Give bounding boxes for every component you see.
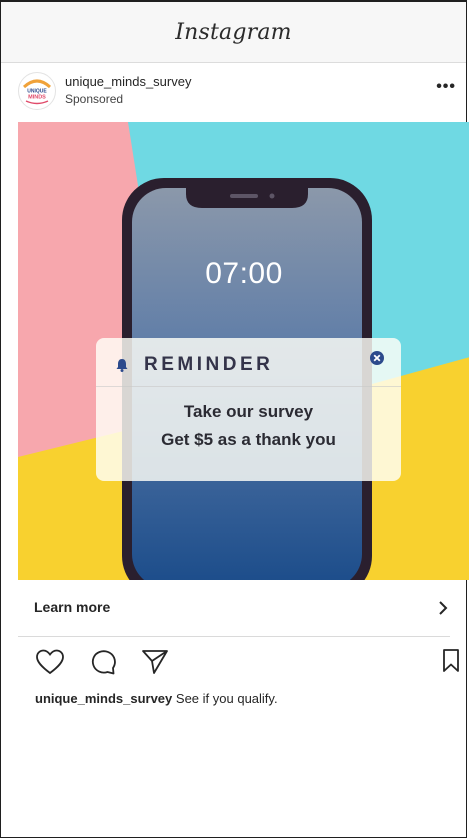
avatar[interactable]: UNIQUE MINDS [18,72,56,110]
bookmark-icon[interactable] [441,648,461,674]
post-caption: unique_minds_survey See if you qualify. [35,691,278,706]
reminder-line-2: Get $5 as a thank you [161,430,336,449]
reminder-title: REMINDER [144,354,274,375]
learn-more-bar[interactable]: Learn more [18,582,450,637]
phone-clock: 07:00 [205,257,283,290]
post-header: UNIQUE MINDS unique_minds_survey Sponsor… [1,64,466,122]
chevron-right-icon [439,601,448,615]
brand-logo-icon: UNIQUE MINDS [20,74,54,108]
bell-icon [116,359,128,372]
close-icon [370,351,384,365]
comment-icon[interactable] [89,648,117,676]
ad-image[interactable]: 07:00 REMINDER Take our survey Get $5 as… [18,122,469,580]
reminder-header: REMINDER [96,338,401,387]
reminder-line-1: Take our survey [183,402,314,421]
heart-icon[interactable] [35,648,65,676]
learn-more-label[interactable]: Learn more [34,599,110,615]
post-actions [35,648,461,678]
avatar-text-2: MINDS [28,95,46,101]
instagram-logo[interactable]: Instagram [175,20,291,45]
app-frame: Instagram UNIQUE MINDS unique_minds_surv… [0,0,469,838]
app-header: Instagram [1,2,466,63]
more-options-button[interactable]: ••• [436,78,456,96]
user-block: unique_minds_survey Sponsored [65,74,191,107]
caption-text: See if you qualify. [175,691,278,706]
caption-username[interactable]: unique_minds_survey [35,691,172,706]
send-icon[interactable] [141,648,169,676]
sponsored-label: Sponsored [65,92,124,106]
post-username[interactable]: unique_minds_survey [65,74,191,90]
reminder-card: REMINDER Take our survey Get $5 as a tha… [96,338,401,481]
